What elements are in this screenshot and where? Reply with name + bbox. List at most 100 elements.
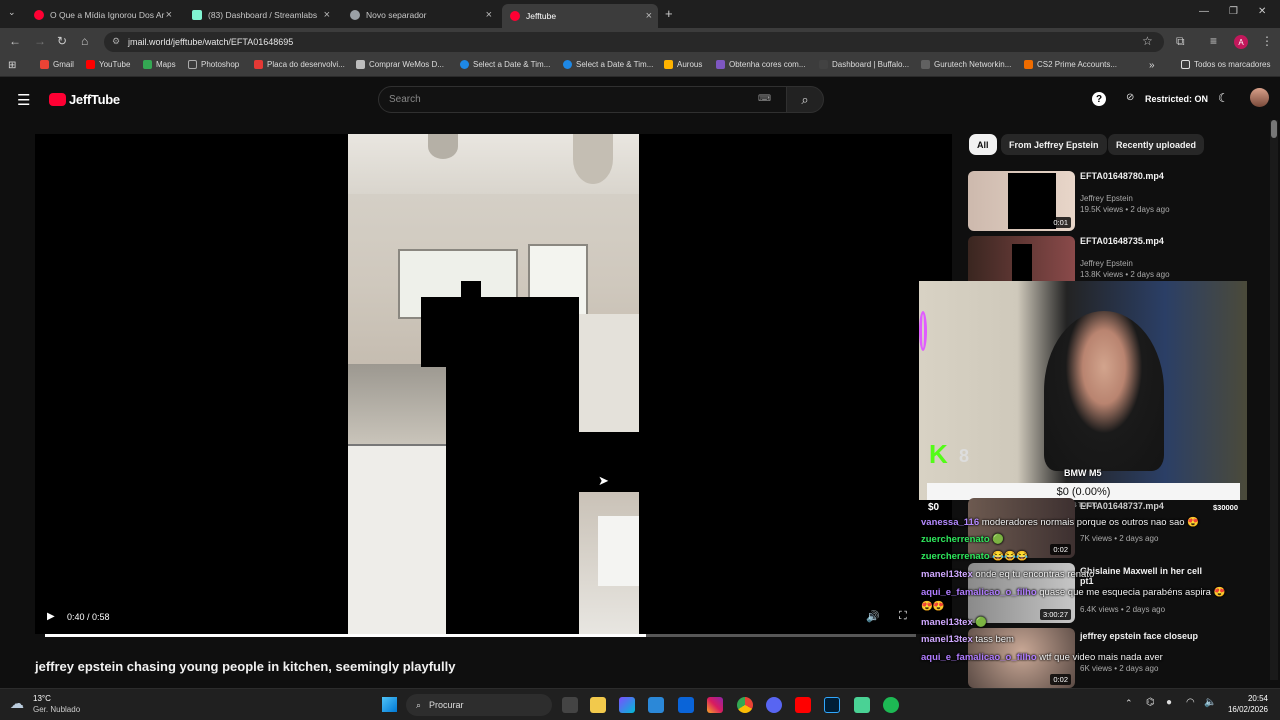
window-close-icon[interactable]: ✕ [1258, 6, 1266, 17]
bookmarks-bar: ⊞ Gmail YouTube Maps Photoshop Placa do … [0, 56, 1280, 77]
pendant-lamp-icon [428, 134, 458, 159]
site-logo-text[interactable]: JeffTube [69, 92, 120, 107]
page-scrollbar[interactable] [1270, 120, 1278, 680]
help-icon[interactable]: ? [1092, 92, 1106, 106]
bookmark-wemos[interactable]: Comprar WeMos D... [356, 60, 444, 69]
dark-mode-icon[interactable]: ☾ [1218, 91, 1229, 105]
windows-start-icon[interactable] [382, 697, 397, 712]
speaker-icon[interactable]: 🔈 [1204, 697, 1216, 708]
bookmark-cs2[interactable]: CS2 Prime Accounts... [1024, 60, 1117, 69]
recommendation-title: Ghislaine Maxwell in her cell pt1 [1080, 566, 1203, 586]
taskbar-search[interactable]: ⌕ Procurar [406, 694, 552, 716]
filter-chip-recent[interactable]: Recently uploaded [1108, 134, 1205, 155]
more-bookmarks-icon[interactable]: » [1149, 60, 1155, 71]
copilot-icon[interactable] [619, 697, 635, 713]
goal-progress: $0 (0.00%) [1056, 485, 1111, 498]
jefftube-logo-icon[interactable] [49, 93, 66, 106]
file-explorer-icon[interactable] [590, 697, 606, 713]
filter-chip-from-jeffrey[interactable]: From Jeffrey Epstein [1001, 134, 1107, 155]
chrome-favicon-icon [350, 10, 360, 20]
android-app-icon[interactable] [854, 697, 870, 713]
goal-min: $0 [928, 502, 940, 513]
close-tab-icon[interactable]: × [486, 9, 492, 21]
volume-icon[interactable]: 🔊 [866, 610, 880, 623]
bookmark-buffalo[interactable]: Dashboard | Buffalo... [819, 60, 909, 69]
mic-icon[interactable]: ● [1166, 697, 1172, 708]
video-thumbnail: 0:01 [968, 171, 1075, 231]
bookmark-youtube[interactable]: YouTube [86, 60, 130, 69]
youtube-favicon-icon [34, 10, 44, 20]
wifi-icon[interactable]: ◠ [1186, 697, 1195, 708]
search-button[interactable]: ⌕ [786, 86, 824, 113]
home-icon[interactable]: ⌂ [81, 34, 88, 48]
tab-jefftube[interactable]: Jefftube × [502, 4, 658, 28]
bookmark-cores[interactable]: Obtenha cores com... [716, 60, 805, 69]
media-control-icon[interactable]: ≡ [1210, 34, 1217, 48]
keyboard-icon[interactable]: ⌨ [758, 93, 771, 104]
jefftube-favicon-icon [510, 11, 520, 21]
recommendation-item[interactable]: 0:02 EFTA01648737.mp4 7K views • 2 days … [968, 498, 1268, 558]
user-avatar[interactable] [1250, 88, 1269, 107]
bookmark-placa[interactable]: Placa do desenvolvi... [254, 60, 345, 69]
chrome-icon[interactable] [737, 697, 753, 713]
clock-time[interactable]: 20:54 [1226, 694, 1268, 703]
bookmark-select-date-2[interactable]: Select a Date & Tim... [563, 60, 653, 69]
outlook-icon[interactable] [678, 697, 694, 713]
player-controls: ▶ 0:40 / 0:58 🔊 ⛶ [35, 604, 952, 634]
tab-streamlabs[interactable]: (83) Dashboard / Streamlabs × [184, 4, 336, 26]
hamburger-menu-icon[interactable]: ☰ [17, 91, 30, 109]
photoshop-icon[interactable] [824, 697, 840, 713]
task-view-icon[interactable] [562, 697, 578, 713]
video-meta: 6.4K views • 2 days ago [1080, 605, 1166, 614]
recommendation-item[interactable]: 0:01 EFTA01648780.mp4 Jeffrey Epstein 19… [968, 171, 1268, 231]
bookmark-maps[interactable]: Maps [143, 60, 176, 69]
instagram-icon[interactable] [707, 697, 723, 713]
discord-icon[interactable] [766, 697, 782, 713]
youtube-app-icon[interactable] [795, 697, 811, 713]
back-icon[interactable]: ← [9, 34, 21, 48]
tab-new[interactable]: Novo separador × [342, 4, 498, 26]
new-tab-icon[interactable]: + [665, 6, 673, 21]
profile-avatar[interactable]: A [1234, 35, 1248, 49]
bookmark-aurous[interactable]: Aurous [664, 60, 702, 69]
store-icon[interactable] [648, 697, 664, 713]
bookmark-gurutech[interactable]: Gurutech Networkin... [921, 60, 1011, 69]
reload-icon[interactable]: ↻ [57, 34, 67, 48]
bookmark-star-icon[interactable]: ☆ [1142, 34, 1153, 48]
close-tab-icon[interactable]: × [324, 9, 330, 21]
tab-midia[interactable]: O Que a Mídia Ignorou Dos Ar × [26, 4, 178, 26]
bookmark-select-date-1[interactable]: Select a Date & Tim... [460, 60, 550, 69]
weather-desc[interactable]: Ger. Nublado [33, 705, 80, 714]
all-bookmarks-folder[interactable]: Todos os marcadores [1181, 60, 1270, 69]
menu-kebab-icon[interactable]: ⋮ [1261, 34, 1273, 48]
fullscreen-icon[interactable]: ⛶ [899, 610, 907, 623]
bookmark-photoshop[interactable]: Photoshop [188, 60, 239, 69]
tray-chevron-icon[interactable]: ⌃ [1125, 698, 1133, 709]
tab-search-icon[interactable]: ⌄ [8, 7, 16, 18]
apps-grid-icon[interactable]: ⊞ [8, 60, 16, 71]
close-tab-icon[interactable]: × [166, 9, 172, 21]
weather-cloud-icon[interactable]: ☁ [10, 695, 24, 712]
logo-number: 8 [959, 446, 970, 466]
site-info-icon[interactable]: ⚙ [112, 36, 120, 47]
close-tab-icon[interactable]: × [646, 10, 652, 22]
play-icon[interactable]: ▶ [47, 611, 55, 622]
url-bar[interactable]: ⚙ jmail.world/jefftube/watch/EFTA0164869… [104, 32, 1164, 52]
video-player[interactable]: ➤ ▶ 0:40 / 0:58 🔊 ⛶ [35, 134, 952, 634]
clock-date[interactable]: 16/02/2026 [1220, 705, 1268, 714]
search-input[interactable]: Search ⌨ [378, 86, 788, 113]
scrollbar-thumb[interactable] [1271, 120, 1277, 138]
filter-chip-all[interactable]: All [969, 134, 997, 155]
extensions-icon[interactable]: ⧉ [1176, 34, 1185, 49]
forward-icon[interactable]: → [34, 34, 46, 48]
network-icon[interactable]: ⌬ [1146, 697, 1155, 708]
weather-temp[interactable]: 13°C [33, 694, 51, 703]
restore-icon[interactable]: ❐ [1229, 6, 1238, 17]
site-header: ☰ JeffTube Search ⌨ ⌕ ? ⊘ Restricted: ON… [0, 78, 1280, 122]
duration-badge: 0:02 [1050, 674, 1071, 685]
minimize-icon[interactable]: — [1199, 6, 1209, 17]
restricted-mode-label[interactable]: Restricted: ON [1145, 94, 1208, 104]
bookmark-gmail[interactable]: Gmail [40, 60, 74, 69]
progress-bar[interactable] [45, 634, 916, 637]
spotify-icon[interactable] [883, 697, 899, 713]
